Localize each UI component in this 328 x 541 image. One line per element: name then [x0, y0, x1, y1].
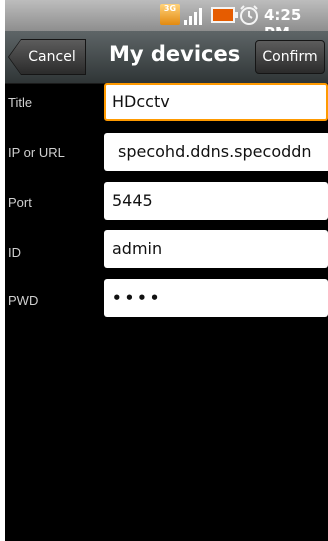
confirm-button-label: Confirm — [262, 49, 318, 65]
url-field[interactable]: specohd.ddns.specoddn — [104, 133, 328, 171]
password-field[interactable]: •••• — [104, 279, 328, 317]
page-title: My devices — [109, 42, 241, 66]
cancel-button[interactable]: Cancel — [9, 40, 85, 74]
port-label: Port — [8, 195, 32, 210]
title-field[interactable]: HDcctv — [104, 83, 328, 121]
title-label: Title — [8, 95, 33, 110]
battery-icon — [211, 7, 238, 23]
alarm-clock-icon — [240, 5, 258, 25]
confirm-button[interactable]: Confirm — [255, 40, 325, 74]
status-bar: 3G 4:25 PM — [5, 0, 328, 42]
pwd-label: PWD — [8, 293, 39, 308]
port-field[interactable]: 5445 — [104, 182, 328, 220]
title-bar: Cancel My devices Confirm — [5, 31, 328, 84]
network-type-label: 3G — [163, 4, 177, 13]
cancel-button-label: Cancel — [28, 49, 76, 65]
id-label: ID — [8, 245, 21, 260]
3g-data-icon: 3G — [160, 4, 180, 25]
app-screen: 3G 4:25 PM Cancel My devices Confirm Tit… — [5, 0, 328, 541]
signal-bars-icon — [184, 7, 204, 25]
id-field[interactable]: admin — [104, 230, 328, 268]
url-label: IP or URL — [8, 145, 65, 160]
